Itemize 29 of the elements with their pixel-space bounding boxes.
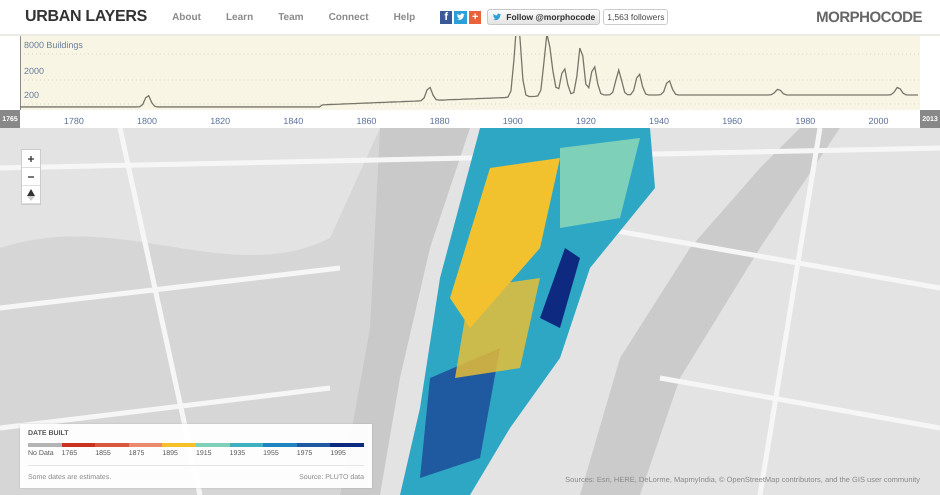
year-label: 1960	[722, 116, 742, 126]
year-label: 1800	[137, 116, 157, 126]
bird-icon[interactable]	[454, 10, 468, 24]
north-arrow-icon	[27, 188, 35, 200]
nav-link[interactable]: Learn	[226, 12, 254, 22]
year-label: 1780	[64, 116, 84, 126]
axis-label: 200	[24, 90, 39, 100]
nav-link[interactable]: Help	[394, 12, 416, 22]
logo[interactable]: MORPHOCODE	[816, 8, 922, 26]
year-label: 1820	[210, 116, 230, 126]
nav-link[interactable]: About	[172, 12, 201, 22]
compass-button[interactable]	[22, 186, 40, 204]
year-label: 1900	[502, 116, 523, 126]
year-label: 1980	[795, 116, 816, 126]
plus-icon[interactable]: +	[469, 10, 482, 24]
axis-label: 2000	[24, 66, 44, 76]
year-label: 1840	[283, 116, 304, 126]
nav-link[interactable]: Connect	[328, 12, 369, 22]
year-label: 2000	[868, 116, 888, 126]
site-title[interactable]: URBAN LAYERS	[25, 8, 148, 26]
year-label: 1940	[649, 116, 669, 126]
follow-button[interactable]: Follow @morphocode	[487, 9, 600, 25]
nav-link[interactable]: Team	[278, 12, 304, 22]
axis-label: 8000 Buildings	[24, 40, 83, 50]
follower-count: 1,563 followers	[603, 9, 668, 25]
year-label: 1880	[430, 116, 450, 126]
year-label: 1920	[576, 116, 596, 126]
facebook-icon[interactable]: f	[440, 10, 452, 24]
year-label: 1860	[356, 116, 376, 126]
